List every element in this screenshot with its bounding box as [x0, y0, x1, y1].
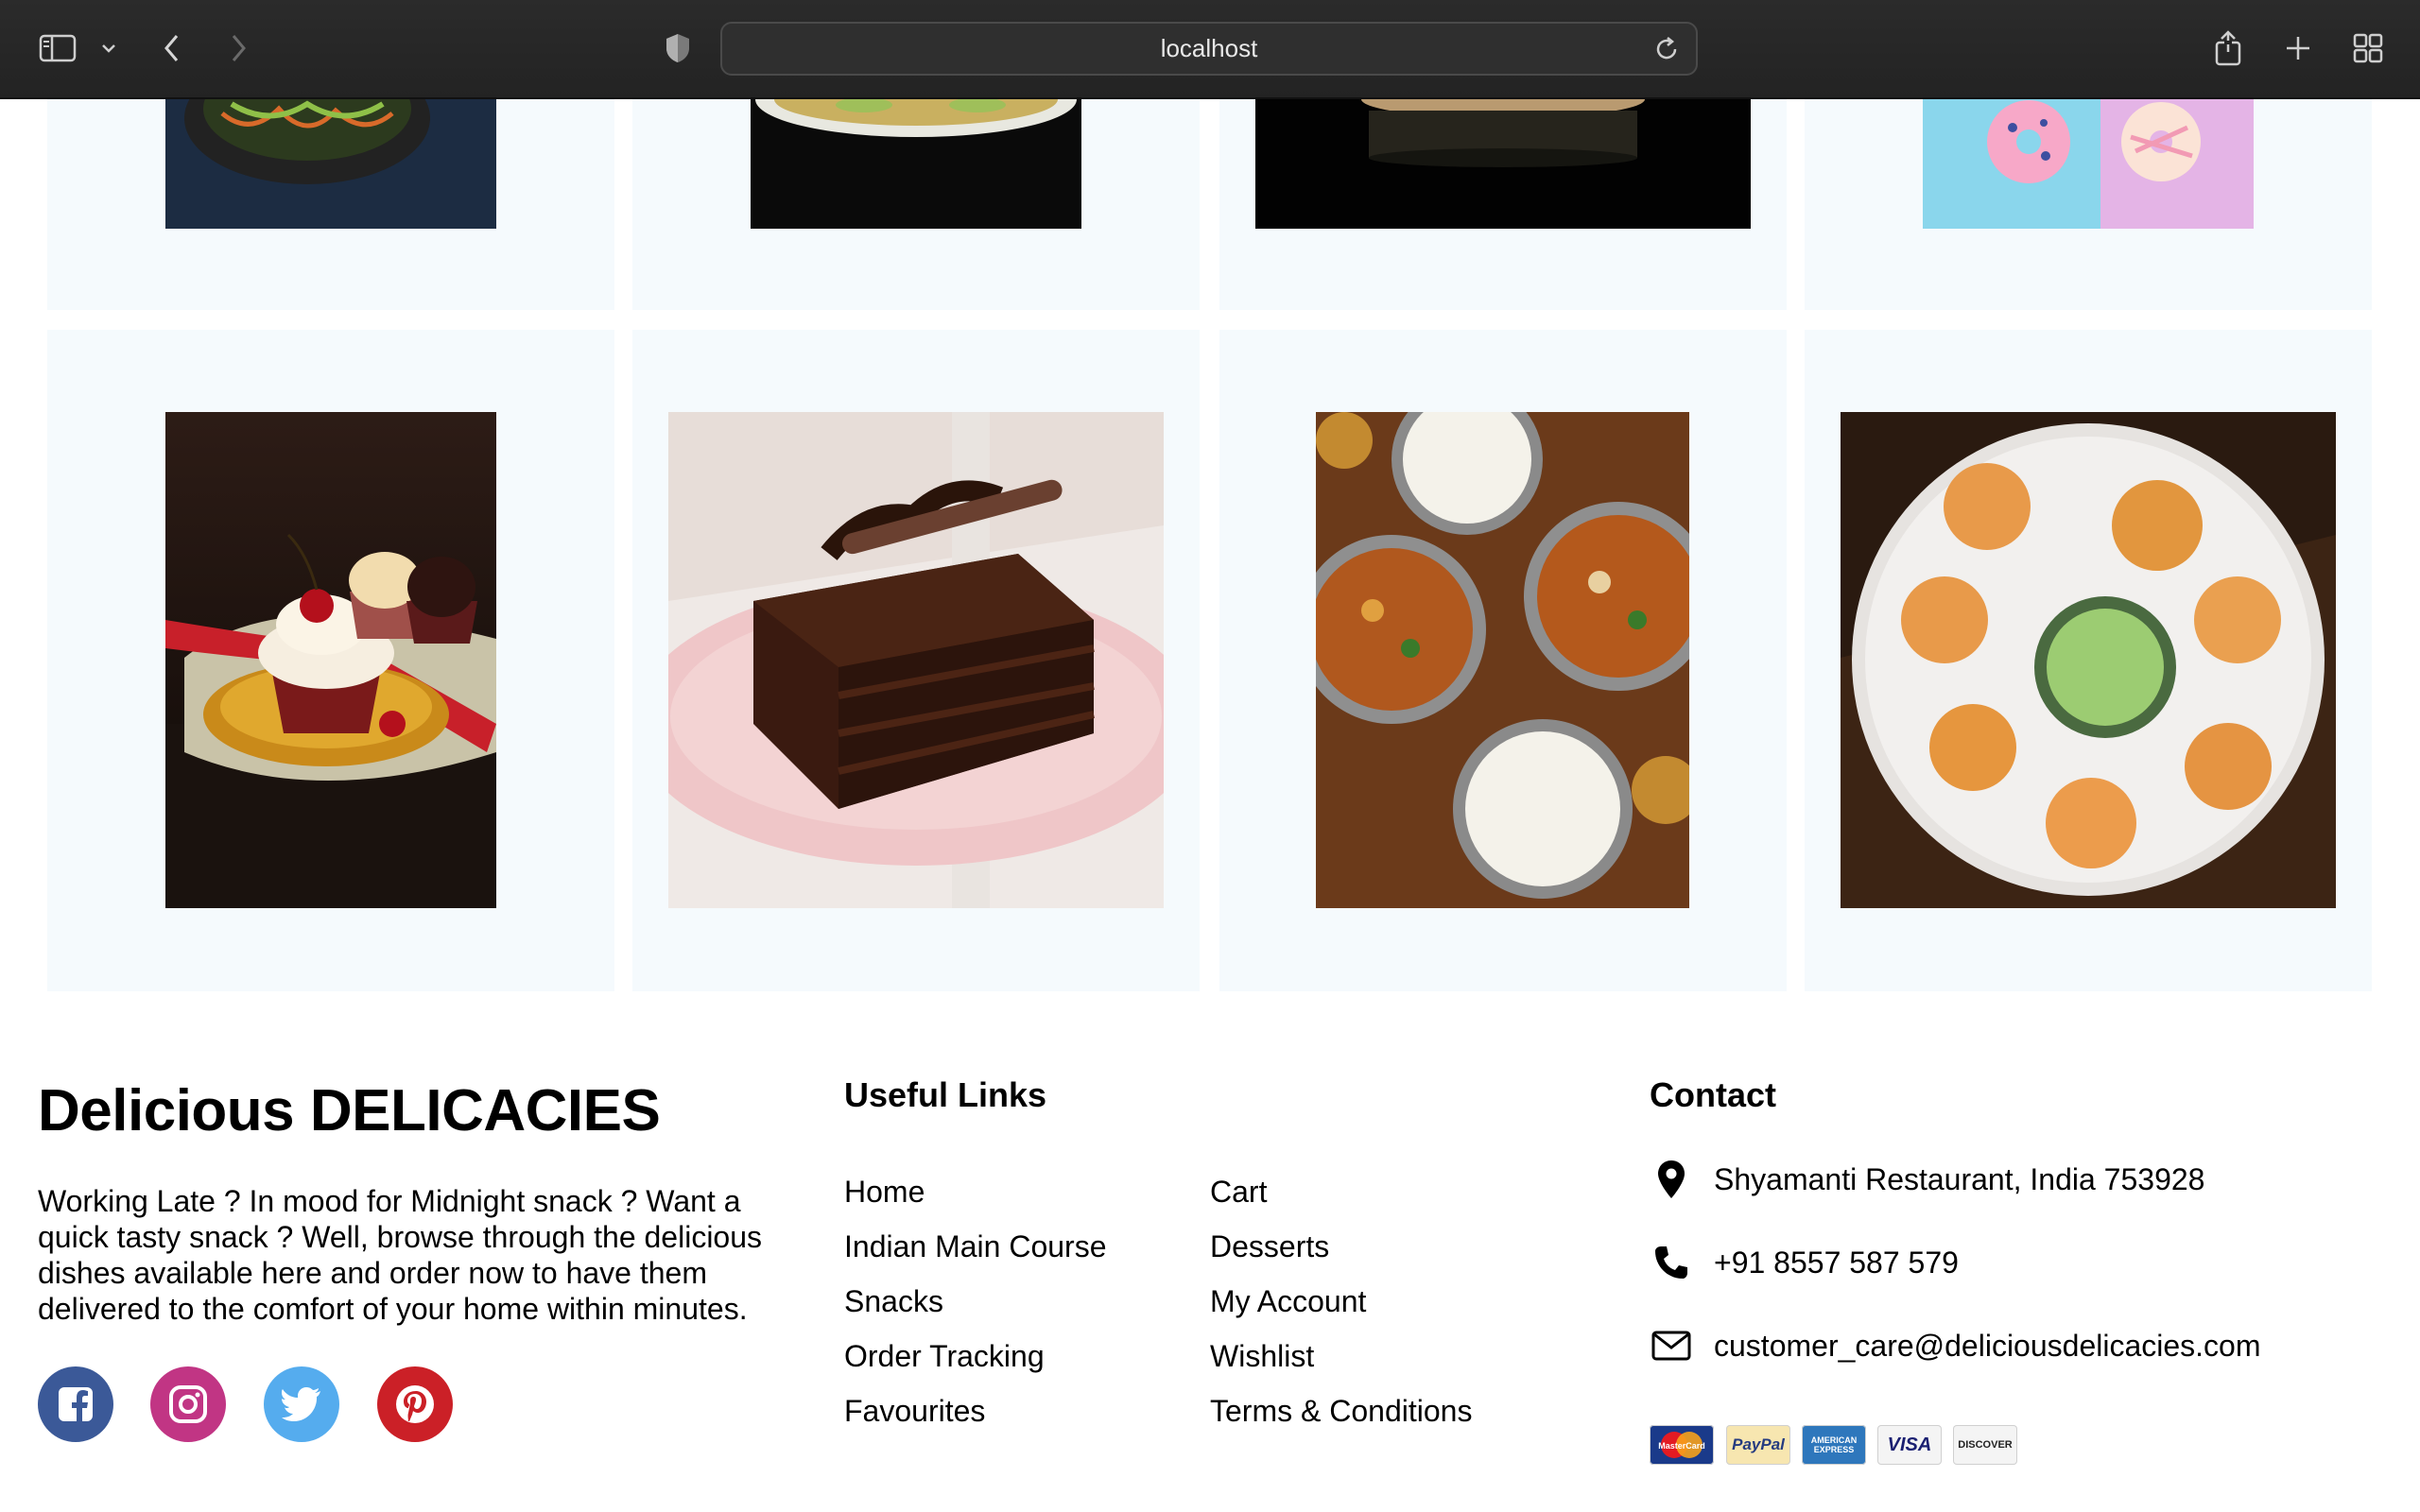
product-card[interactable]: [1805, 99, 2372, 310]
donuts-image: [1923, 99, 2254, 229]
location-pin-icon: [1650, 1158, 1693, 1201]
chevron-left-icon[interactable]: [151, 26, 193, 70]
footer-link-my-account[interactable]: My Account: [1210, 1284, 1366, 1319]
contact-phone-text[interactable]: +91 8557 587 579: [1714, 1246, 1959, 1280]
contact-title: Contact: [1650, 1075, 1776, 1114]
cupcakes-image: [165, 412, 496, 908]
grid-icon[interactable]: [2346, 26, 2390, 70]
footer-link-indian-main-course[interactable]: Indian Main Course: [844, 1229, 1106, 1264]
instagram-icon[interactable]: [150, 1366, 226, 1442]
footer-link-wishlist[interactable]: Wishlist: [1210, 1339, 1314, 1374]
footer-link-desserts[interactable]: Desserts: [1210, 1229, 1329, 1264]
product-card[interactable]: [632, 99, 1200, 310]
share-icon[interactable]: [2206, 26, 2250, 70]
footer-link-terms[interactable]: Terms & Conditions: [1210, 1394, 1472, 1429]
footer-link-home[interactable]: Home: [844, 1175, 925, 1210]
chocolate-cake-image: [668, 412, 1164, 908]
visa-logo: VISA: [1877, 1425, 1942, 1465]
twitter-icon[interactable]: [264, 1366, 339, 1442]
salad-dish-image: [165, 99, 496, 229]
svg-text:MasterCard: MasterCard: [1658, 1441, 1705, 1451]
paypal-logo: PayPal: [1726, 1425, 1790, 1465]
product-card[interactable]: [1805, 330, 2372, 991]
dark-dish-image: [1255, 99, 1751, 229]
footer-link-snacks[interactable]: Snacks: [844, 1284, 943, 1319]
indian-curry-image: [1316, 412, 1689, 908]
chevron-down-icon[interactable]: [95, 26, 123, 70]
phone-icon: [1650, 1241, 1693, 1284]
site-footer: Delicious DELICACIES Working Late ? In m…: [0, 1002, 2420, 1512]
footer-brand[interactable]: Delicious DELICACIES: [38, 1077, 661, 1144]
product-card[interactable]: [47, 330, 614, 991]
reload-icon[interactable]: [1652, 35, 1681, 63]
footer-about-text: Working Late ? In mood for Midnight snac…: [38, 1184, 763, 1326]
pasta-dish-image: [751, 99, 1081, 229]
product-card[interactable]: [1219, 330, 1787, 991]
contact-address: Shyamanti Restaurant, India 753928: [1650, 1158, 2204, 1201]
product-card[interactable]: [1219, 99, 1787, 310]
contact-address-text: Shyamanti Restaurant, India 753928: [1714, 1161, 2205, 1196]
browser-toolbar: localhost: [0, 0, 2420, 99]
contact-email: customer_care@deliciousdelicacies.com: [1650, 1324, 2261, 1367]
address-bar[interactable]: localhost: [720, 22, 1698, 76]
mail-icon: [1650, 1324, 1693, 1367]
shield-icon[interactable]: [656, 26, 700, 70]
mastercard-logo: MasterCard: [1650, 1425, 1714, 1465]
contact-email-text[interactable]: customer_care@deliciousdelicacies.com: [1714, 1329, 2261, 1364]
pinterest-icon[interactable]: [377, 1366, 453, 1442]
contact-phone: +91 8557 587 579: [1650, 1241, 1959, 1284]
sidebar-icon[interactable]: [36, 26, 79, 70]
plus-icon[interactable]: [2276, 26, 2320, 70]
product-card[interactable]: [47, 99, 614, 310]
footer-link-order-tracking[interactable]: Order Tracking: [844, 1339, 1045, 1374]
facebook-icon[interactable]: [38, 1366, 113, 1442]
url-text: localhost: [1160, 34, 1258, 62]
snacks-platter-image: [1841, 412, 2336, 908]
product-card[interactable]: [632, 330, 1200, 991]
discover-logo: DISCOVER: [1953, 1425, 2017, 1465]
useful-links-title: Useful Links: [844, 1075, 1047, 1114]
footer-link-favourites[interactable]: Favourites: [844, 1394, 985, 1429]
footer-link-cart[interactable]: Cart: [1210, 1175, 1267, 1210]
amex-logo: AMERICAN EXPRESS: [1802, 1425, 1866, 1465]
chevron-right-icon[interactable]: [217, 26, 259, 70]
product-grid: [0, 99, 2420, 997]
